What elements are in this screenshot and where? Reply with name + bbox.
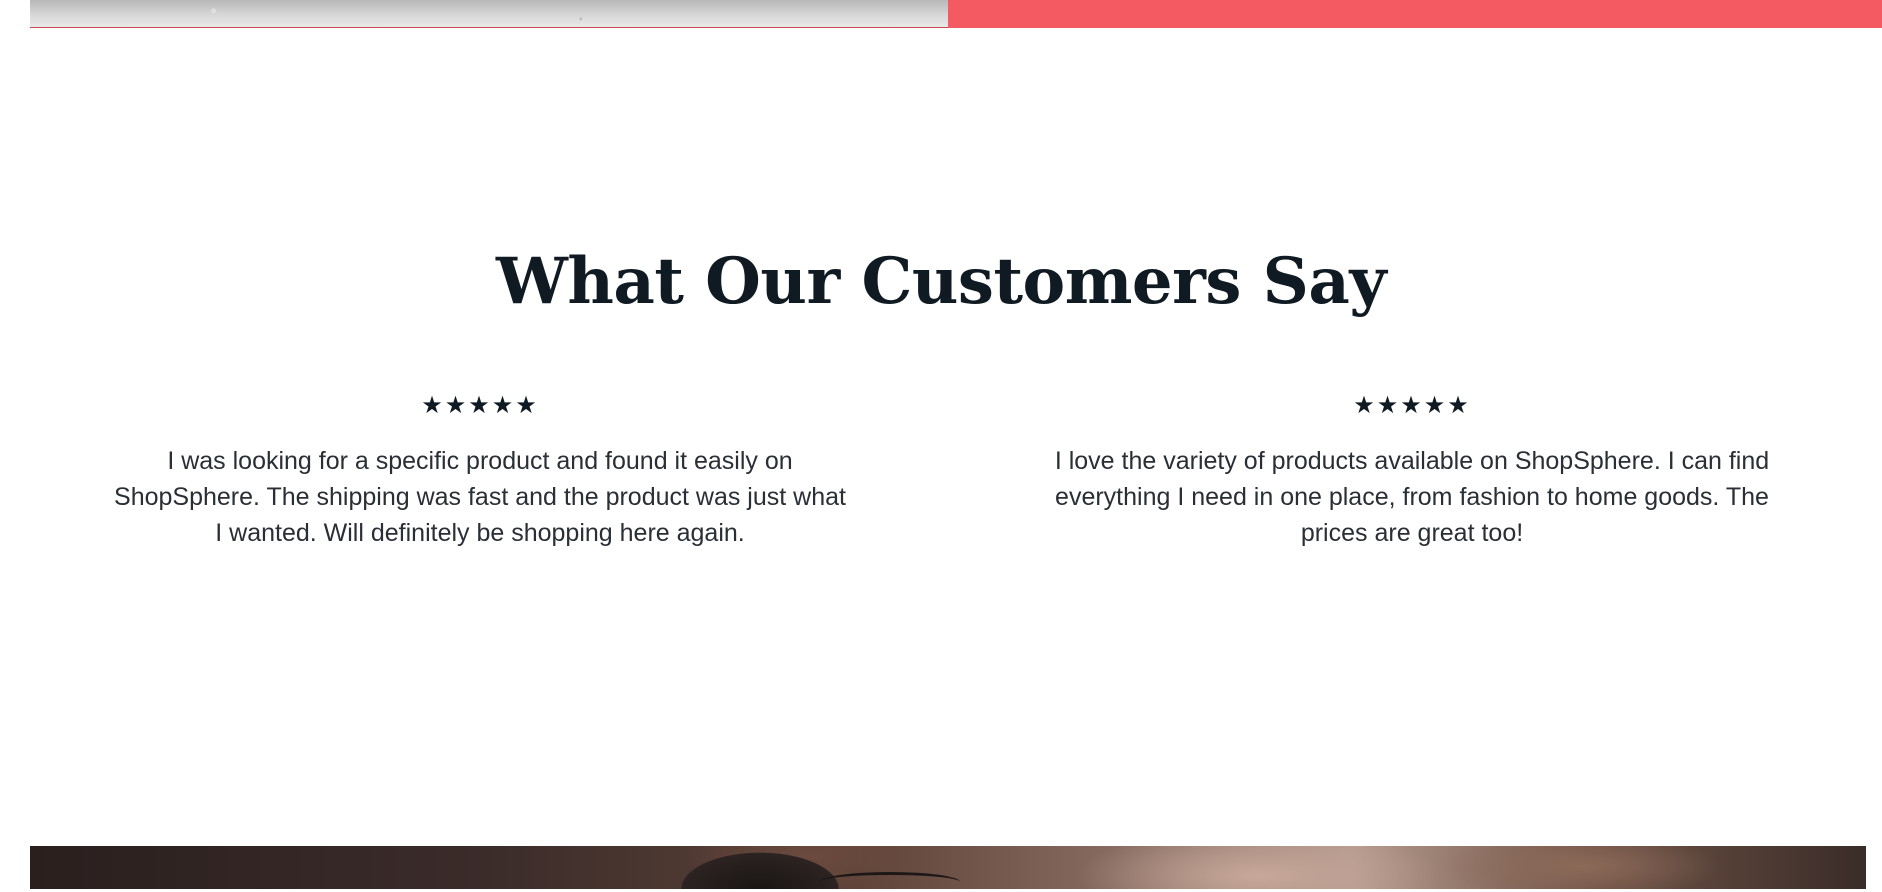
testimonial-card: ★★★★★ I love the variety of products ava… <box>1042 393 1782 576</box>
testimonial-card: ★★★★★ I was looking for a specific produ… <box>110 393 850 576</box>
testimonial-text: I was looking for a specific product and… <box>114 447 846 547</box>
testimonial-text: I love the variety of products available… <box>1054 447 1770 547</box>
star-rating-icon: ★★★★★ <box>421 391 539 419</box>
top-accent-panel <box>948 0 1882 28</box>
star-rating-icon: ★★★★★ <box>1353 391 1471 419</box>
top-section-strip <box>0 0 1882 28</box>
section-title: What Our Customers Say <box>495 244 1387 319</box>
testimonials-section: What Our Customers Say ★★★★★ I was looki… <box>0 28 1882 846</box>
glasses-shape <box>820 872 960 892</box>
top-banner-image <box>30 0 948 28</box>
